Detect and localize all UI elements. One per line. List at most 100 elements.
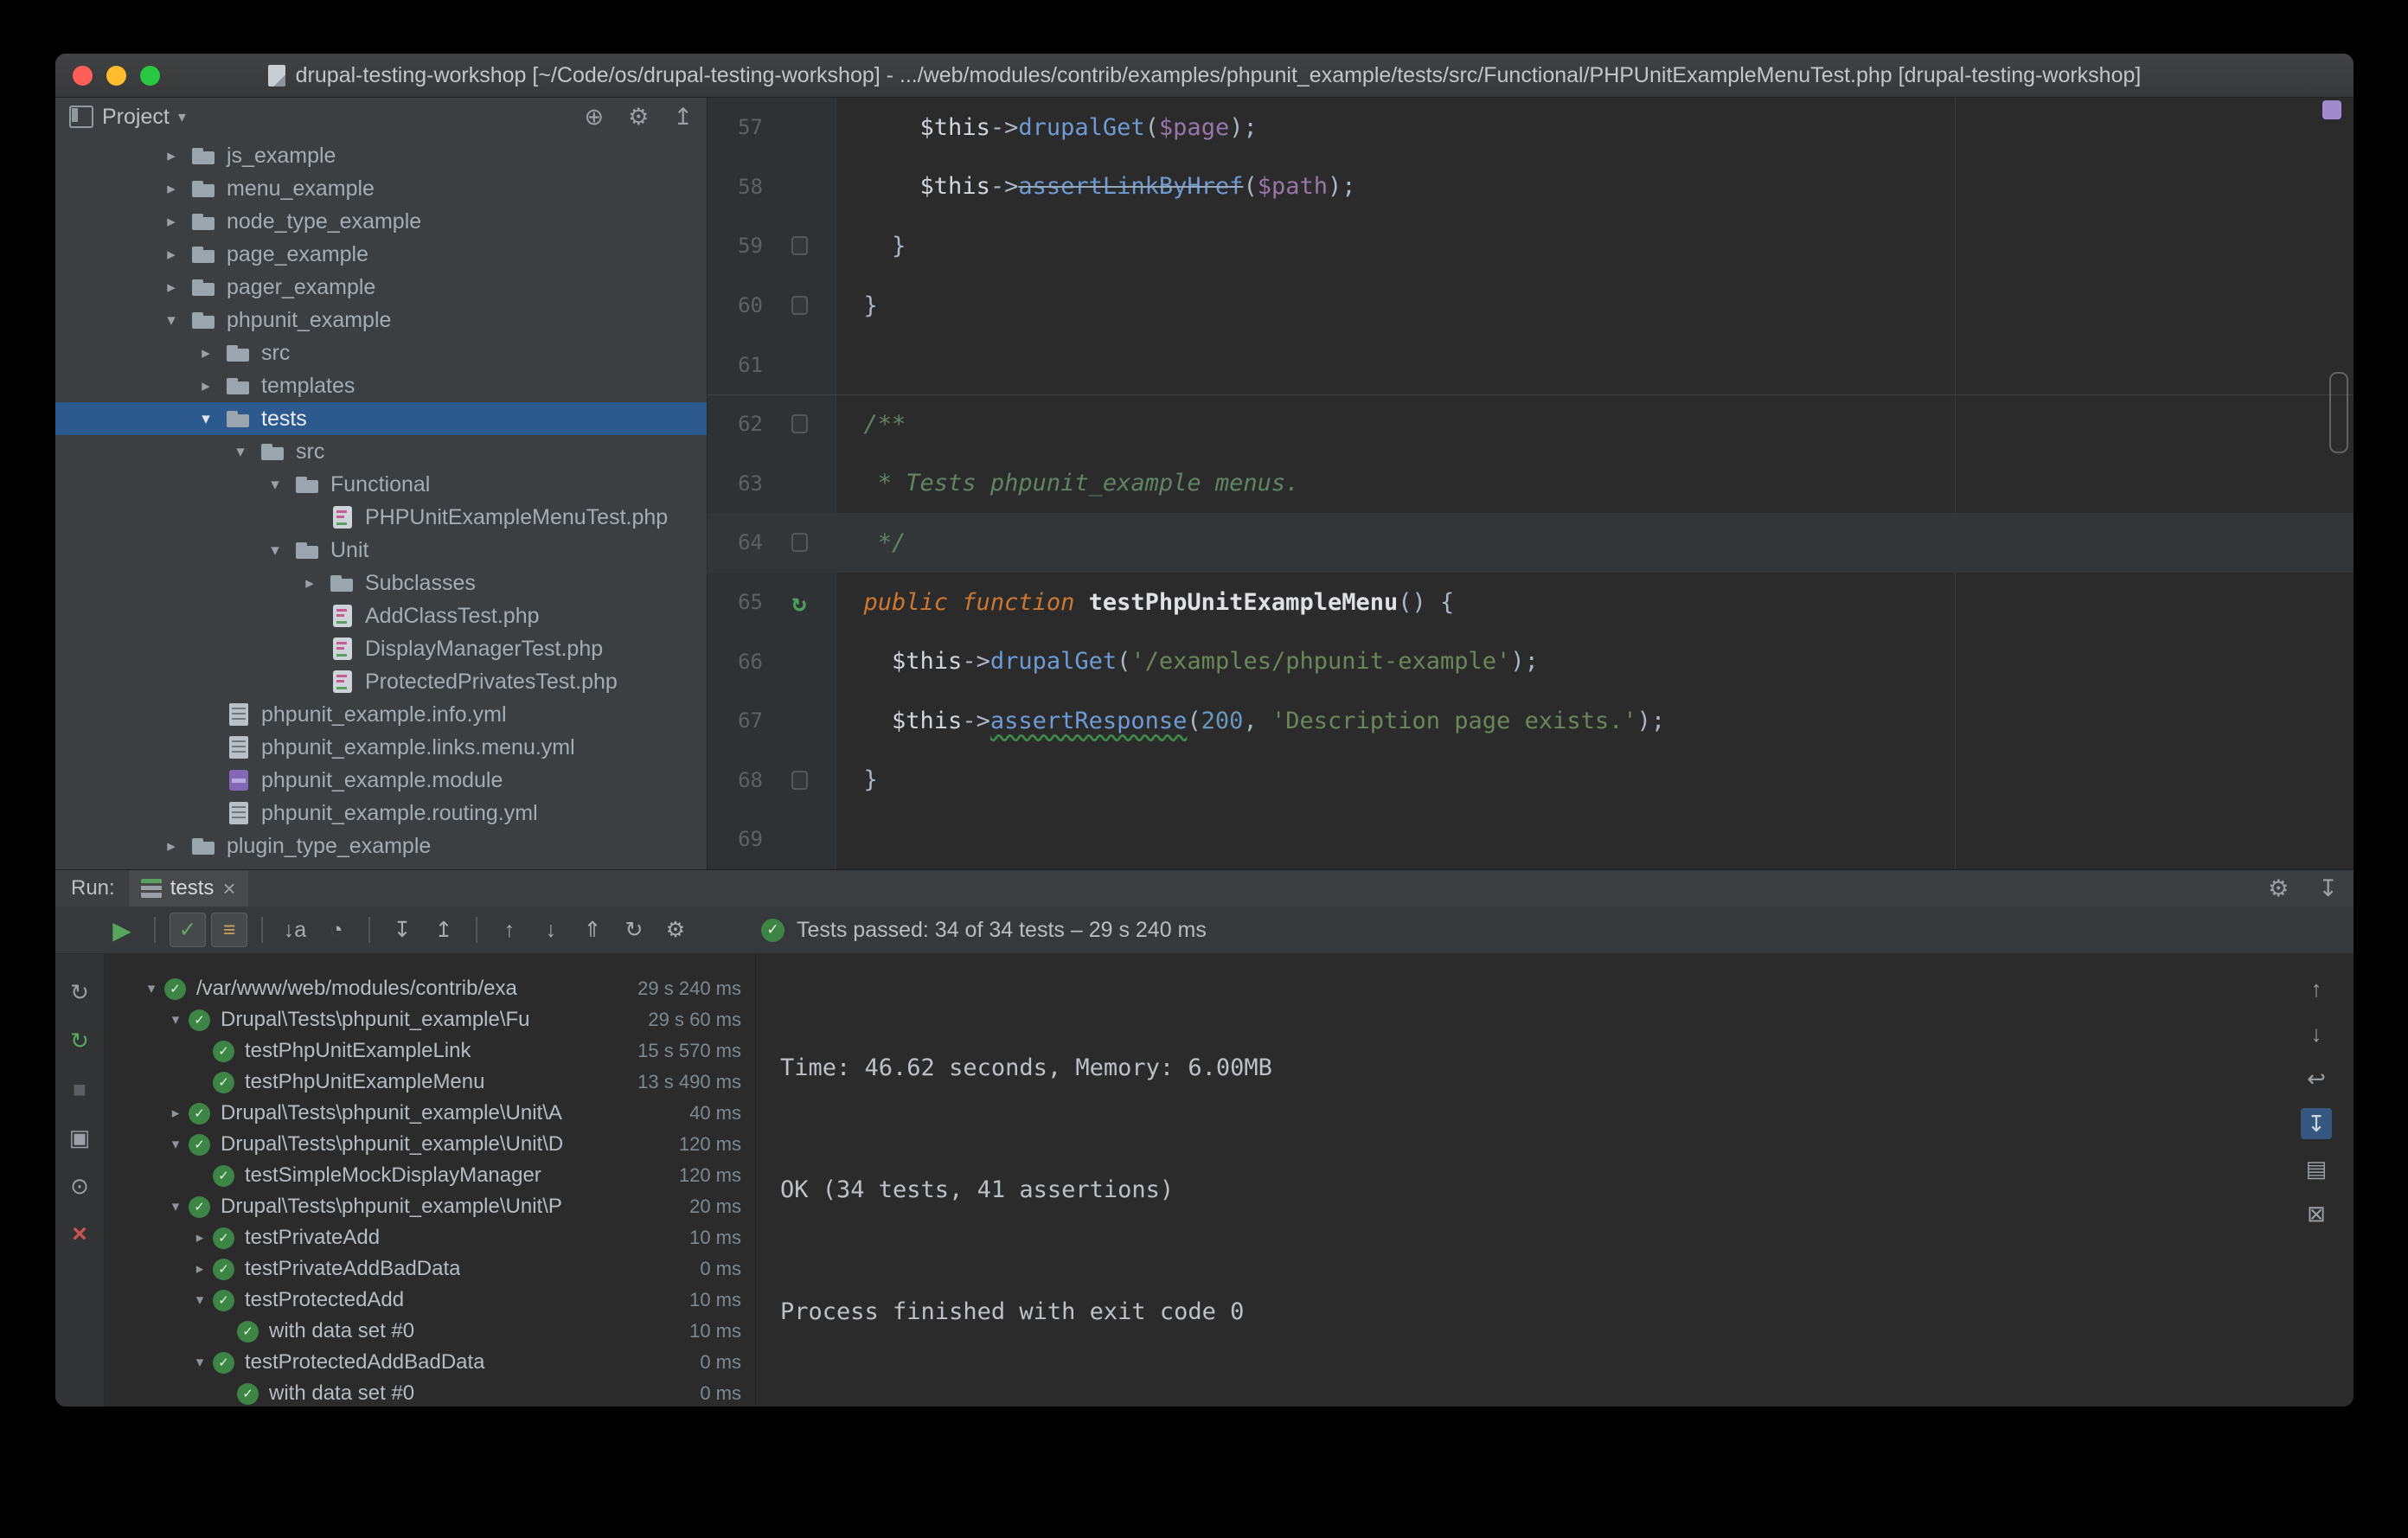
rerun-icon[interactable]: ↻ — [64, 977, 95, 1008]
test-tree-row[interactable]: ▾ Drupal\Tests\phpunit_example\Fu 29 s 6… — [105, 1004, 755, 1035]
restore-layout-icon[interactable]: ▣ — [64, 1122, 95, 1153]
editor-line[interactable]: 61 — [708, 335, 2354, 394]
next-failed-test-icon[interactable]: ↓ — [533, 913, 569, 947]
editor-line[interactable]: 58 $this->assertLinkByHref($path); — [708, 157, 2354, 217]
line-number[interactable]: 61 — [708, 353, 763, 377]
code-editor[interactable]: 57 $this->drupalGet($page); 58 $this->as… — [708, 98, 2354, 869]
run-options-gear-icon[interactable]: ⚙ — [657, 913, 694, 947]
test-tree-row[interactable]: ▾ Drupal\Tests\phpunit_example\Unit\P 20… — [105, 1191, 755, 1222]
expand-arrow-icon[interactable]: ▸ — [154, 836, 189, 856]
test-tree-row[interactable]: with data set #0 10 ms — [105, 1316, 755, 1347]
soft-wrap-icon[interactable]: ↩ — [2301, 1063, 2332, 1094]
line-number[interactable]: 62 — [708, 412, 763, 436]
project-tree-row[interactable]: ▾ Unit — [55, 534, 707, 567]
test-tree-row[interactable]: ▸ testPrivateAdd 10 ms — [105, 1222, 755, 1253]
expand-arrow-icon[interactable]: ▸ — [154, 146, 189, 166]
project-tree-row[interactable]: ProtectedPrivatesTest.php — [55, 665, 707, 698]
settings-gear-icon[interactable]: ⚙ — [628, 105, 649, 129]
scroll-up-icon[interactable]: ↑ — [2301, 973, 2332, 1004]
project-tree-row[interactable]: ▸ menu_example — [55, 172, 707, 205]
project-tree-row[interactable]: ▾ tests — [55, 402, 707, 435]
expand-arrow-icon[interactable]: ▾ — [138, 980, 164, 997]
run-tab-tests[interactable]: tests × — [128, 870, 248, 907]
project-tree-row[interactable]: ▸ page_example — [55, 238, 707, 271]
clear-output-icon[interactable]: ⊠ — [2301, 1198, 2332, 1229]
pin-tab-icon[interactable]: ⊙ — [64, 1170, 95, 1202]
line-number[interactable]: 59 — [708, 234, 763, 258]
project-tree-row[interactable]: ▾ Functional — [55, 468, 707, 501]
expand-arrow-icon[interactable]: ▸ — [154, 179, 189, 199]
project-tree-row[interactable]: ▸ js_example — [55, 139, 707, 172]
project-tree-row[interactable]: ▸ node_type_example — [55, 205, 707, 238]
project-tree-row[interactable]: ▸ Subclasses — [55, 567, 707, 599]
collapse-all-icon[interactable]: ↥ — [673, 105, 693, 129]
sort-alphabetically-icon[interactable]: ↓a — [277, 913, 313, 947]
test-tree-row[interactable]: ▾ testProtectedAdd 10 ms — [105, 1285, 755, 1316]
locate-file-icon[interactable]: ⊕ — [585, 105, 605, 129]
line-number[interactable]: 69 — [708, 827, 763, 851]
close-window-button[interactable] — [73, 65, 93, 86]
test-tree-row[interactable]: testSimpleMockDisplayManager 120 ms — [105, 1160, 755, 1191]
gutter-icon[interactable] — [763, 771, 836, 790]
settings-gear-icon[interactable]: ⚙ — [2268, 876, 2289, 900]
sort-by-duration-icon[interactable]: ◔ — [318, 913, 355, 947]
line-number[interactable]: 63 — [708, 471, 763, 496]
expand-arrow-icon[interactable]: ▸ — [154, 278, 189, 298]
editor-line[interactable]: 69 — [708, 810, 2354, 869]
project-tree-row[interactable]: phpunit_example.routing.yml — [55, 797, 707, 830]
line-number[interactable]: 66 — [708, 650, 763, 674]
editor-line[interactable]: 63 * Tests phpunit_example menus. — [708, 454, 2354, 514]
editor-line[interactable]: 64 */ — [708, 513, 2354, 573]
expand-arrow-icon[interactable]: ▾ — [163, 1136, 189, 1153]
separator[interactable] — [368, 917, 370, 943]
line-number[interactable]: 65 — [708, 590, 763, 614]
line-number[interactable]: 68 — [708, 768, 763, 792]
project-tree-row[interactable]: ▸ plugin_type_example — [55, 830, 707, 862]
expand-arrow-icon[interactable]: ▸ — [187, 1260, 213, 1278]
expand-arrow-icon[interactable]: ▸ — [154, 245, 189, 265]
test-tree-row[interactable]: ▾ /var/www/web/modules/contrib/exa 29 s … — [105, 973, 755, 1004]
project-tree-row[interactable]: ▾ phpunit_example — [55, 304, 707, 336]
gutter-icon[interactable] — [763, 588, 836, 617]
import-test-results-icon[interactable]: ⇑ — [574, 913, 611, 947]
expand-arrow-icon[interactable]: ▾ — [154, 311, 189, 330]
test-tree-row[interactable]: with data set #0 0 ms — [105, 1378, 755, 1407]
expand-arrow-icon[interactable]: ▸ — [189, 376, 223, 396]
project-tree-row[interactable]: phpunit_example.links.menu.yml — [55, 731, 707, 764]
titlebar[interactable]: drupal-testing-workshop [~/Code/os/drupa… — [55, 54, 2354, 98]
project-tree-row[interactable]: ▸ templates — [55, 369, 707, 402]
gutter-icon[interactable] — [763, 533, 836, 552]
expand-arrow-icon[interactable]: ▸ — [154, 212, 189, 232]
project-tree-row[interactable]: ▾ src — [55, 435, 707, 468]
editor-line[interactable]: 59 } — [708, 216, 2354, 276]
project-tree-row[interactable]: ▸ src — [55, 336, 707, 369]
gutter-icon[interactable] — [763, 236, 836, 255]
previous-failed-test-icon[interactable]: ↑ — [491, 913, 528, 947]
print-console-icon[interactable]: ▤ — [2301, 1153, 2332, 1184]
expand-arrow-icon[interactable]: ▾ — [187, 1354, 213, 1371]
separator[interactable] — [476, 917, 477, 943]
hide-panel-icon[interactable]: ↧ — [2318, 876, 2338, 900]
editor-line[interactable]: 68 } — [708, 751, 2354, 811]
line-number[interactable]: 64 — [708, 530, 763, 554]
editor-line[interactable]: 57 $this->drupalGet($page); — [708, 98, 2354, 157]
close-tab-icon[interactable]: × — [64, 1219, 95, 1250]
test-tree-row[interactable]: testPhpUnitExampleLink 15 s 570 ms — [105, 1035, 755, 1067]
project-tree-row[interactable]: ▸ pager_example — [55, 271, 707, 304]
expand-arrow-icon[interactable]: ▸ — [189, 343, 223, 363]
editor-scrollbar-thumb[interactable] — [2329, 372, 2348, 453]
test-console-output[interactable]: Time: 46.62 seconds, Memory: 6.00MB OK (3… — [756, 954, 2279, 1407]
expand-arrow-icon[interactable]: ▾ — [163, 1011, 189, 1029]
expand-arrow-icon[interactable]: ▾ — [189, 409, 223, 429]
collapse-all-icon[interactable]: ↥ — [426, 913, 462, 947]
stop-icon[interactable]: ■ — [64, 1073, 95, 1105]
show-ignored-toggle[interactable]: ≡ — [211, 913, 247, 947]
test-history-icon[interactable]: ↻ — [616, 913, 652, 947]
test-tree-row[interactable]: ▾ Drupal\Tests\phpunit_example\Unit\D 12… — [105, 1129, 755, 1160]
expand-arrow-icon[interactable]: ▾ — [187, 1291, 213, 1309]
zoom-window-button[interactable] — [140, 65, 160, 86]
scroll-to-end-icon[interactable]: ↧ — [2301, 1108, 2332, 1139]
editor-line[interactable]: 67 $this->assertResponse(200, 'Descripti… — [708, 691, 2354, 751]
editor-line[interactable]: 60 } — [708, 276, 2354, 336]
expand-arrow-icon[interactable]: ▸ — [292, 574, 327, 593]
